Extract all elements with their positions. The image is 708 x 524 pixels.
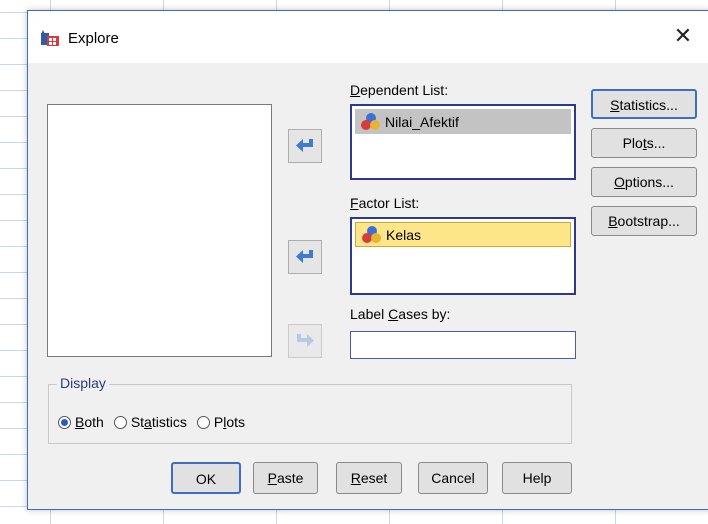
- source-variable-list[interactable]: [47, 104, 272, 357]
- display-statistics-label: Statistics: [130, 414, 187, 430]
- radio-selected-icon[interactable]: [58, 415, 71, 429]
- options-button[interactable]: Options...: [591, 167, 697, 197]
- display-plots-label: Plots: [213, 414, 245, 430]
- factor-variable-name: Kelas: [386, 226, 422, 243]
- label-cases-label: Label Cases by:: [350, 306, 451, 322]
- dialog-title: Explore: [68, 30, 119, 47]
- close-icon: ✕: [673, 23, 693, 48]
- close-button[interactable]: ✕: [665, 21, 701, 51]
- display-statistics-option[interactable]: Statistics: [113, 414, 187, 430]
- move-to-label-cases-button[interactable]: [288, 324, 322, 358]
- statistics-button[interactable]: Statistics...: [591, 89, 697, 119]
- display-both-label: Both: [75, 414, 104, 430]
- bootstrap-button[interactable]: Bootstrap...: [591, 206, 697, 236]
- display-both-option[interactable]: Both: [58, 414, 104, 430]
- explore-dialog: Explore ✕ Dependent List: Nilai_Afektif: [27, 10, 708, 510]
- factor-list-label: Factor List:: [350, 195, 420, 211]
- list-item[interactable]: Kelas: [355, 222, 571, 247]
- paste-button[interactable]: Paste: [253, 462, 318, 494]
- label-cases-field[interactable]: [350, 331, 576, 359]
- scale-variable-icon: [362, 225, 382, 244]
- cancel-button[interactable]: Cancel: [418, 462, 488, 494]
- arrow-left-icon: [296, 139, 313, 152]
- factor-list[interactable]: Kelas: [350, 217, 576, 295]
- display-legend: Display: [57, 375, 109, 391]
- plots-button[interactable]: Plots...: [591, 128, 697, 158]
- scale-variable-icon: [361, 112, 381, 131]
- dependent-list[interactable]: Nilai_Afektif: [350, 104, 576, 180]
- arrow-left-icon: [296, 250, 313, 263]
- display-radio-row: Both Statistics Plots: [58, 414, 249, 430]
- reset-button[interactable]: Reset: [336, 462, 402, 494]
- help-button[interactable]: Help: [502, 462, 572, 494]
- explore-app-icon: [41, 30, 59, 46]
- dependent-list-label: Dependent List:: [350, 82, 449, 98]
- radio-unselected-icon[interactable]: [113, 415, 127, 429]
- move-to-dependent-button[interactable]: [288, 129, 322, 163]
- radio-unselected-icon[interactable]: [196, 415, 210, 429]
- list-item[interactable]: Nilai_Afektif: [355, 109, 571, 134]
- arrow-right-icon: [297, 334, 314, 347]
- ok-button[interactable]: OK: [171, 462, 241, 494]
- title-bar: Explore ✕: [28, 11, 708, 63]
- move-to-factor-button[interactable]: [288, 240, 322, 274]
- dependent-variable-name: Nilai_Afektif: [385, 113, 459, 130]
- display-plots-option[interactable]: Plots: [196, 414, 245, 430]
